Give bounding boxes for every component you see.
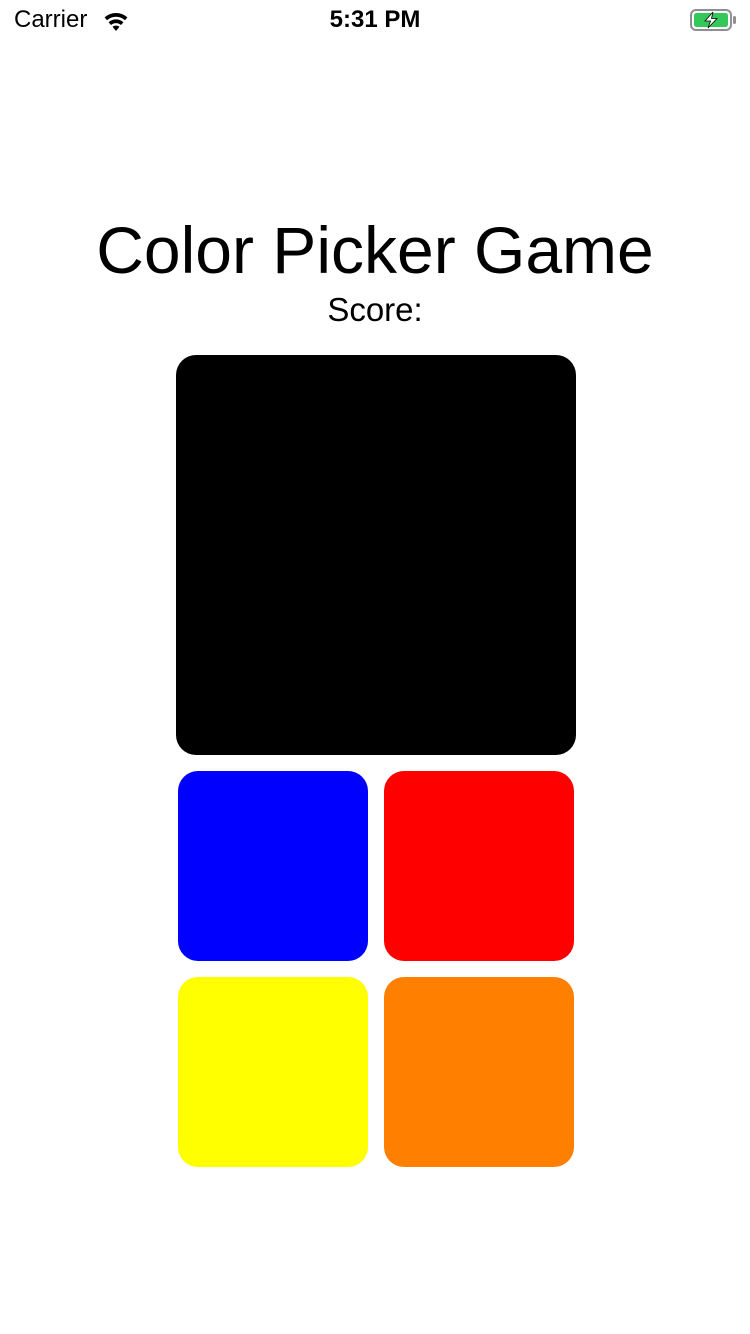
status-bar: Carrier 5:31 PM [0,0,750,40]
color-option-orange[interactable] [384,977,574,1167]
status-time: 5:31 PM [329,6,421,33]
color-option-red[interactable] [384,771,574,961]
score-label: Score: [327,291,423,328]
color-option-yellow[interactable] [178,977,368,1167]
color-option-blue[interactable] [178,771,368,961]
battery-charging-icon [690,9,736,31]
target-color-box [176,355,576,755]
game-title: Color Picker Game [96,213,654,287]
